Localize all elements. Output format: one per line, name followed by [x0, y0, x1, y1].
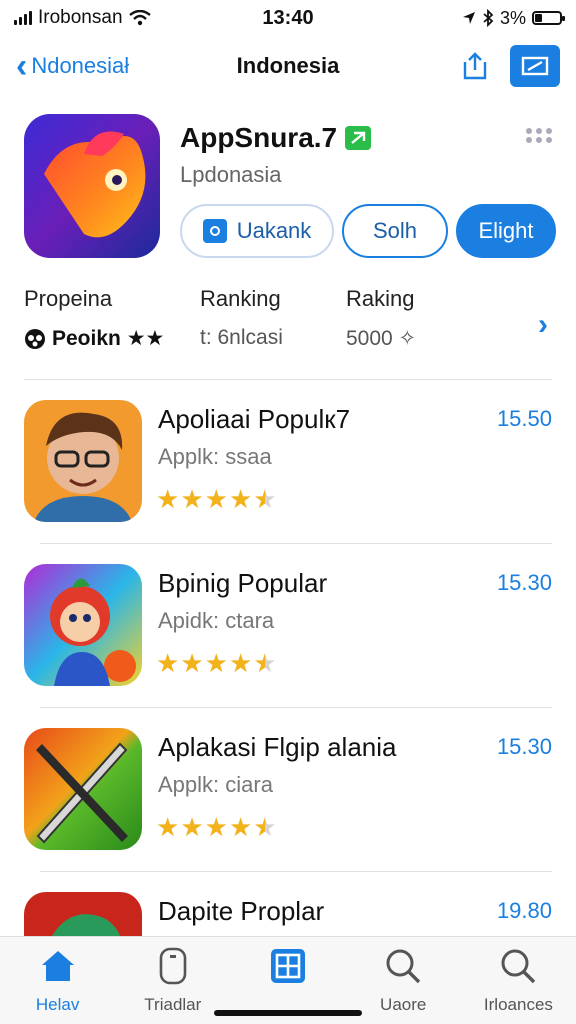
tab-irloances[interactable]: Irloances [461, 937, 576, 1024]
elight-label: Elight [478, 218, 534, 243]
uakank-button[interactable]: Uakank [180, 204, 334, 258]
item-price: 15.30 [496, 570, 552, 595]
search-icon [382, 945, 424, 987]
back-button[interactable]: ‹ Ndonesiał [16, 49, 129, 83]
item-title: Dapite Proplar [158, 896, 325, 926]
item-title: Bpinig Popular [158, 568, 328, 598]
status-bar: Irobonsan 13:40 3% [0, 0, 576, 36]
star-icon: ★ [180, 648, 204, 678]
stat-label: Raking [346, 286, 415, 311]
wifi-icon [128, 10, 151, 26]
share-button[interactable] [458, 49, 492, 83]
app-thumbnail [24, 728, 142, 850]
star-rating: ★ ★ ★ ★ ★ [156, 486, 277, 512]
item-subtitle: Apidk: ctara [158, 608, 275, 633]
app-thumbnail [24, 564, 142, 686]
chevron-left-icon: ‹ [16, 47, 28, 85]
list-item[interactable]: Aplakasi Flgip alania Applk: ciara 15.30… [0, 708, 576, 872]
app-thumbnail [24, 400, 142, 522]
search-icon [497, 945, 539, 987]
bluetooth-icon [483, 9, 494, 27]
stat-value: Peoikn ★★ [24, 326, 164, 351]
stat-propeina: Propeina Peoikn ★★ [24, 286, 164, 351]
app-subtitle: Lpdonasia [180, 162, 282, 187]
stats-row: Propeina Peoikn ★★ Ranking t: 6nlcasi Ra… [24, 286, 552, 366]
tab-label: Irloances [483, 995, 553, 1014]
list-item[interactable]: Apoliaai Populк7 Applk: ssaa 15.50 ★ ★ ★ ★ ★ [0, 380, 576, 544]
star-icon: ★ [156, 484, 180, 514]
cast-button[interactable] [510, 45, 560, 87]
stat-label: Ranking [200, 286, 281, 311]
item-title: Apoliaai Populк7 [158, 404, 351, 434]
stat-raking: Raking 5000 ✧ [346, 286, 416, 351]
stat-label: Propeina [24, 286, 113, 311]
more-options-icon[interactable] [526, 128, 552, 143]
star-icon: ★ [253, 484, 277, 514]
tab-label: Helav [35, 995, 80, 1014]
battery-icon [532, 11, 565, 25]
battery-percent: 3% [499, 7, 526, 28]
star-icon: ★ [228, 812, 253, 842]
stat-value: 5000 ✧ [346, 327, 417, 350]
app-icon [24, 114, 160, 258]
tab-triadlar[interactable]: Triadlar [115, 937, 230, 1024]
list-item[interactable]: Bpinig Popular Apidk: ctara 15.30 ★ ★ ★ ★ ★ [0, 544, 576, 708]
item-subtitle: Applk: ciara [158, 772, 273, 797]
stat-ranking: Ranking t: 6nlcasi [200, 286, 283, 350]
star-icon: ★ [253, 812, 277, 842]
app-header: AppSnura.7 Lpdonasia Uakank Solh Elight [24, 114, 556, 264]
star-icon: ★ [228, 648, 253, 678]
star-icon: ★ [180, 812, 204, 842]
carrier-label: Irobonsan [38, 7, 123, 28]
solh-label: Solh [372, 218, 418, 243]
solh-button[interactable]: Solh [342, 204, 448, 258]
chevron-right-icon[interactable]: › [538, 308, 548, 342]
stat-value-text: Peoikn ★★ [52, 327, 165, 350]
star-icon: ★ [156, 812, 180, 842]
item-price: 15.30 [496, 734, 552, 759]
panda-icon [25, 328, 45, 349]
back-label: Ndonesiał [31, 53, 130, 78]
phone-icon [152, 945, 194, 987]
home-indicator [214, 1010, 362, 1016]
item-price: 15.50 [496, 406, 552, 431]
star-icon: ★ [180, 484, 204, 514]
star-icon: ★ [204, 648, 228, 678]
uakank-label: Uakank [236, 218, 312, 243]
star-icon: ★ [253, 648, 277, 678]
star-icon: ★ [228, 484, 253, 514]
star-icon: ★ [204, 812, 228, 842]
tab-label: Triadlar [144, 995, 202, 1014]
tab-home[interactable]: Helav [0, 937, 115, 1024]
cast-icon [521, 56, 549, 76]
location-icon [462, 12, 475, 24]
item-price: 19.80 [496, 898, 552, 923]
share-icon [463, 52, 487, 80]
grid-icon [267, 945, 309, 987]
star-rating: ★ ★ ★ ★ ★ [156, 650, 277, 676]
stat-value: t: 6nlcasi [200, 326, 283, 349]
star-icon: ★ [204, 484, 228, 514]
navigation-bar: ‹ Ndonesiał Indonesia [0, 40, 576, 92]
home-icon [37, 945, 79, 987]
app-name-text: AppSnura.7 [180, 122, 338, 153]
signal-icon [14, 11, 32, 25]
item-title: Aplakasi Flgip alania [158, 732, 397, 762]
verified-icon [345, 126, 372, 150]
app-name: AppSnura.7 [180, 122, 372, 154]
star-rating: ★ ★ ★ ★ ★ [156, 814, 277, 840]
tab-label: Uaore [380, 995, 427, 1014]
item-subtitle: Applk: ssaa [158, 444, 272, 469]
link-icon [202, 219, 227, 243]
star-icon: ★ [156, 648, 180, 678]
elight-button[interactable]: Elight [456, 204, 556, 258]
tab-uaore[interactable]: Uaore [346, 937, 461, 1024]
